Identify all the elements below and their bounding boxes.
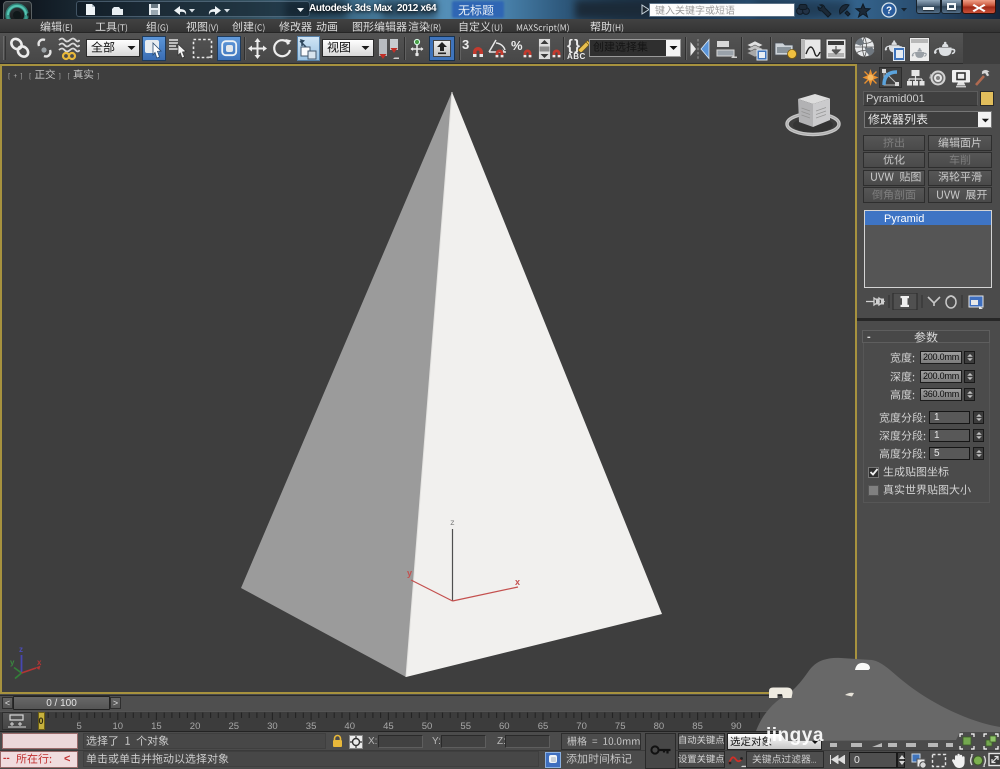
svg-text:x: x — [37, 658, 42, 667]
svg-text:30: 30 — [267, 721, 278, 731]
svg-text:y: y — [10, 658, 15, 667]
svg-text:?: ? — [886, 6, 892, 17]
svg-text:90: 90 — [731, 721, 742, 731]
svg-text:60: 60 — [499, 721, 510, 731]
svg-text:35: 35 — [306, 721, 317, 731]
svg-text:45: 45 — [383, 721, 394, 731]
svg-text:20: 20 — [190, 721, 201, 731]
svg-text:70: 70 — [576, 721, 587, 731]
svg-text:10: 10 — [113, 721, 124, 731]
svg-text:85: 85 — [692, 721, 703, 731]
svg-text:5: 5 — [77, 721, 82, 731]
svg-text:55: 55 — [460, 721, 471, 731]
svg-text:65: 65 — [538, 721, 549, 731]
svg-text:z: z — [450, 519, 455, 528]
svg-text:80: 80 — [654, 721, 665, 731]
svg-text:15: 15 — [151, 721, 162, 731]
svg-text:z: z — [19, 645, 23, 654]
svg-text:25: 25 — [229, 721, 240, 731]
svg-text:75: 75 — [615, 721, 626, 731]
svg-text:40: 40 — [344, 721, 355, 731]
svg-text:50: 50 — [422, 721, 433, 731]
svg-text:x: x — [515, 577, 520, 587]
svg-text:y: y — [407, 568, 412, 578]
